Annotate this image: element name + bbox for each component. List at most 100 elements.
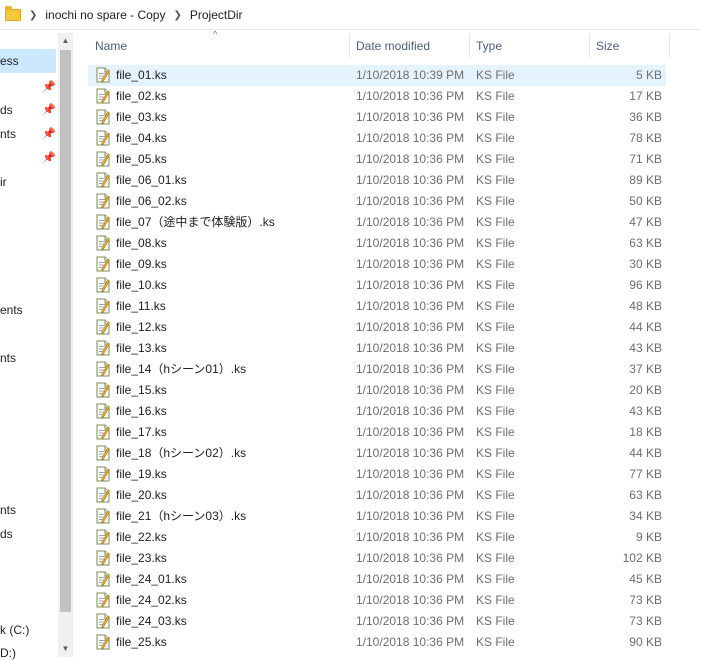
file-size: 18 KB — [629, 425, 662, 439]
file-type: KS File — [476, 152, 515, 166]
pin-icon[interactable]: 📌 — [42, 152, 56, 164]
file-type: KS File — [476, 215, 515, 229]
nav-item-documents-3[interactable]: nts — [0, 351, 16, 365]
ks-file-icon — [96, 67, 110, 83]
file-row[interactable]: file_17.ks 1/10/2018 10:36 PM KS File 18 KB — [88, 422, 666, 443]
file-row[interactable]: file_19.ks 1/10/2018 10:36 PM KS File 77 KB — [88, 464, 666, 485]
scroll-down-arrow-icon[interactable]: ▼ — [58, 641, 73, 657]
file-row[interactable]: file_24_03.ks 1/10/2018 10:36 PM KS File 73… — [88, 611, 666, 632]
chevron-right-icon[interactable]: ❯ — [173, 10, 181, 21]
file-row[interactable]: file_02.ks 1/10/2018 10:36 PM KS File 17 KB — [88, 86, 666, 107]
file-row[interactable]: file_25.ks 1/10/2018 10:36 PM KS File 90 KB — [88, 632, 666, 653]
file-row[interactable]: file_01.ks 1/10/2018 10:39 PM KS File 5 KB — [88, 65, 666, 86]
file-row[interactable]: file_23.ks 1/10/2018 10:36 PM KS File 102 K… — [88, 548, 666, 569]
file-row[interactable]: file_12.ks 1/10/2018 10:36 PM KS File 44 KB — [88, 317, 666, 338]
file-date-modified: 1/10/2018 10:36 PM — [356, 383, 465, 397]
file-name: file_10.ks — [116, 278, 167, 292]
file-size: 77 KB — [629, 467, 662, 481]
file-row[interactable]: file_14（hシーン01）.ks 1/10/2018 10:36 PM KS F… — [88, 359, 666, 380]
file-date-modified: 1/10/2018 10:36 PM — [356, 425, 465, 439]
file-row[interactable]: file_15.ks 1/10/2018 10:36 PM KS File 20 KB — [88, 380, 666, 401]
scrollbar-thumb[interactable] — [60, 50, 71, 612]
file-row[interactable]: file_18（hシーン02）.ks 1/10/2018 10:36 PM KS F… — [88, 443, 666, 464]
file-name: file_21（hシーン03）.ks — [116, 509, 247, 523]
file-size: 89 KB — [629, 173, 662, 187]
file-type: KS File — [476, 593, 515, 607]
ks-file-icon — [96, 109, 110, 125]
scroll-up-arrow-icon[interactable]: ▲ — [58, 33, 73, 49]
file-type: KS File — [476, 530, 515, 544]
file-size: 20 KB — [629, 383, 662, 397]
nav-pane-scrollbar[interactable]: ▲ ▼ — [58, 33, 73, 657]
file-row[interactable]: file_07（途中まで体験版）.ks 1/10/2018 10:36 PM KS … — [88, 212, 666, 233]
file-type: KS File — [476, 614, 515, 628]
file-size: 63 KB — [629, 236, 662, 250]
ks-file-icon — [96, 592, 110, 608]
file-row[interactable]: file_13.ks 1/10/2018 10:36 PM KS File 43 KB — [88, 338, 666, 359]
file-row[interactable]: file_24_02.ks 1/10/2018 10:36 PM KS File 73… — [88, 590, 666, 611]
nav-item-downloads[interactable]: ds — [0, 103, 13, 117]
folder-icon — [5, 6, 21, 21]
file-type: KS File — [476, 257, 515, 271]
file-date-modified: 1/10/2018 10:36 PM — [356, 194, 465, 208]
file-name: file_11.ks — [116, 299, 166, 313]
file-row[interactable]: file_21（hシーン03）.ks 1/10/2018 10:36 PM KS F… — [88, 506, 666, 527]
file-row[interactable]: file_06_02.ks 1/10/2018 10:36 PM KS File 50… — [88, 191, 666, 212]
file-date-modified: 1/10/2018 10:36 PM — [356, 488, 465, 502]
column-header-size[interactable]: Size — [589, 30, 670, 62]
file-date-modified: 1/10/2018 10:36 PM — [356, 635, 465, 649]
file-size: 102 KB — [622, 551, 662, 565]
file-size: 45 KB — [629, 572, 662, 586]
nav-item-downloads-2[interactable]: ds — [0, 527, 13, 541]
breadcrumb-item-projectdir[interactable]: ProjectDir — [190, 8, 243, 22]
file-name: file_08.ks — [116, 236, 167, 250]
nav-item-projectdir[interactable]: ir — [0, 175, 7, 189]
file-type: KS File — [476, 446, 515, 460]
file-name: file_13.ks — [116, 341, 167, 355]
file-name: file_14（hシーン01）.ks — [116, 362, 247, 376]
file-size: 34 KB — [629, 509, 662, 523]
pin-icon[interactable]: 📌 — [42, 104, 56, 116]
address-bar[interactable]: ❯ inochi no spare - Copy ❯ ProjectDir — [0, 0, 701, 30]
pin-icon[interactable]: 📌 — [42, 128, 56, 140]
file-row[interactable]: file_24_01.ks 1/10/2018 10:36 PM KS File 45… — [88, 569, 666, 590]
file-name: file_04.ks — [116, 131, 167, 145]
pin-icon[interactable]: 📌 — [42, 81, 56, 93]
chevron-right-icon[interactable]: ❯ — [29, 10, 37, 21]
file-row[interactable]: file_04.ks 1/10/2018 10:36 PM KS File 78 KB — [88, 128, 666, 149]
column-header-type[interactable]: Type — [469, 30, 590, 62]
breadcrumb-item-inochi[interactable]: inochi no spare - Copy — [45, 8, 165, 22]
file-row[interactable]: file_20.ks 1/10/2018 10:36 PM KS File 63 KB — [88, 485, 666, 506]
nav-item-documents-4[interactable]: nts — [0, 503, 16, 517]
breadcrumb: ❯ inochi no spare - Copy ❯ ProjectDir — [5, 4, 695, 26]
file-row[interactable]: file_03.ks 1/10/2018 10:36 PM KS File 36 KB — [88, 107, 666, 128]
file-size: 71 KB — [629, 152, 662, 166]
nav-item-documents-2[interactable]: ents — [0, 303, 23, 317]
nav-item-local-disk-c[interactable]: k (C:) — [0, 623, 29, 637]
file-row[interactable]: file_10.ks 1/10/2018 10:36 PM KS File 96 KB — [88, 275, 666, 296]
ks-file-icon — [96, 445, 110, 461]
file-name: file_22.ks — [116, 530, 167, 544]
file-row[interactable]: file_11.ks 1/10/2018 10:36 PM KS File 48 KB — [88, 296, 666, 317]
ks-file-icon — [96, 340, 110, 356]
file-type: KS File — [476, 194, 515, 208]
file-size: 47 KB — [629, 215, 662, 229]
nav-item-documents[interactable]: nts — [0, 127, 16, 141]
ks-file-icon — [96, 193, 110, 209]
nav-item-quick-access[interactable]: ess — [0, 49, 56, 73]
file-row[interactable]: file_22.ks 1/10/2018 10:36 PM KS File 9 KB — [88, 527, 666, 548]
column-header-date-modified[interactable]: Date modified — [349, 30, 470, 62]
file-date-modified: 1/10/2018 10:36 PM — [356, 236, 465, 250]
file-row[interactable]: file_08.ks 1/10/2018 10:36 PM KS File 63 KB — [88, 233, 666, 254]
file-date-modified: 1/10/2018 10:36 PM — [356, 446, 465, 460]
file-type: KS File — [476, 488, 515, 502]
column-header-name[interactable]: ^ Name — [88, 29, 350, 62]
file-row[interactable]: file_05.ks 1/10/2018 10:36 PM KS File 71 KB — [88, 149, 666, 170]
file-row[interactable]: file_16.ks 1/10/2018 10:36 PM KS File 43 KB — [88, 401, 666, 422]
nav-item-drive-d[interactable]: D:) — [0, 646, 16, 660]
file-row[interactable]: file_09.ks 1/10/2018 10:36 PM KS File 30 KB — [88, 254, 666, 275]
file-row[interactable]: file_06_01.ks 1/10/2018 10:36 PM KS File 89… — [88, 170, 666, 191]
file-date-modified: 1/10/2018 10:36 PM — [356, 131, 465, 145]
file-type: KS File — [476, 551, 515, 565]
file-name: file_02.ks — [116, 89, 167, 103]
